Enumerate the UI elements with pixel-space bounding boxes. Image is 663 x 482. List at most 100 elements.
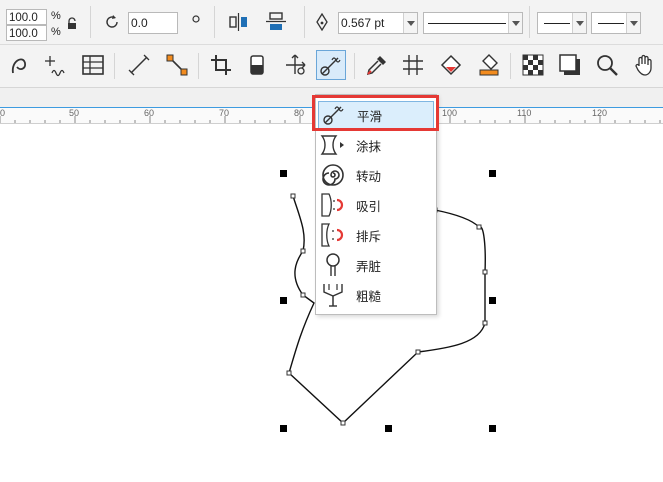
menu-item-label: 排斥 (356, 229, 382, 244)
parallel-dimension-icon (128, 54, 150, 76)
menu-item-smear[interactable]: 涂抹 (318, 131, 434, 159)
highlight-annotation (312, 95, 439, 131)
connector-tool-button[interactable] (162, 50, 192, 80)
menu-item-label: 转动 (356, 169, 382, 184)
ruler-label: 60 (144, 108, 155, 118)
smooth-tool-button[interactable] (316, 50, 346, 80)
selection-handle[interactable] (489, 170, 496, 177)
smooth-brush-icon (320, 57, 341, 76)
menu-item-label: 粗糙 (356, 289, 382, 304)
menu-item-smudge[interactable]: 弄脏 (318, 251, 434, 279)
hand-icon (635, 54, 652, 76)
scale-y-unit: % (51, 26, 61, 38)
bezier-tool-button[interactable] (5, 50, 35, 80)
scale-x-unit: % (51, 10, 61, 22)
bezier-icon (11, 58, 26, 74)
chevron-down-icon[interactable] (572, 13, 586, 33)
mirror-vertical-icon[interactable] (265, 12, 287, 35)
eraser-icon (250, 55, 264, 75)
ruler-label: 100 (442, 108, 458, 118)
chevron-down-icon[interactable] (403, 13, 417, 33)
separator (510, 53, 511, 79)
pen-nib-icon (315, 12, 329, 34)
rotation-input[interactable]: 0.0 (128, 12, 178, 34)
menu-item-repel[interactable]: 排斥 (318, 221, 434, 249)
separator (354, 53, 355, 79)
menu-item-label: 涂抹 (356, 139, 382, 154)
start-arrow-select[interactable] (537, 12, 587, 34)
repel-tool-icon (318, 221, 348, 249)
zoom-icon (597, 55, 618, 76)
fill-swatch-icon (479, 54, 499, 76)
ruler-label: 80 (294, 108, 305, 118)
mirror-horizontal-icon[interactable] (228, 12, 250, 35)
drop-shadow-tool-button[interactable] (555, 50, 585, 80)
twirl-tool-icon (318, 161, 348, 189)
menu-item-attract[interactable]: 吸引 (318, 191, 434, 219)
attract-tool-icon (318, 191, 348, 219)
eraser-tool-button[interactable] (242, 50, 272, 80)
transparency-tool-button[interactable] (518, 50, 548, 80)
ruler-label: 70 (219, 108, 230, 118)
selection-handle[interactable] (489, 297, 496, 304)
end-arrow-preview (598, 22, 624, 24)
ruler-label: 50 (69, 108, 80, 118)
pointer-curve-tool-button[interactable] (40, 50, 70, 80)
menu-item-label: 弄脏 (356, 259, 382, 274)
ruler-label: 110 (517, 108, 532, 118)
selection-handle[interactable] (280, 170, 287, 177)
table-tool-button[interactable] (78, 50, 108, 80)
selection-handle[interactable] (280, 425, 287, 432)
outline-width-select[interactable]: 0.567 pt (338, 12, 418, 34)
connector-icon (166, 54, 188, 76)
separator (114, 53, 115, 79)
menu-item-twirl[interactable]: 转动 (318, 161, 434, 189)
separator (198, 53, 199, 79)
menu-item-label: 吸引 (356, 199, 382, 214)
dimension-tool-button[interactable] (124, 50, 154, 80)
scale-x-input[interactable]: 100.0 (6, 9, 47, 25)
separator (304, 6, 305, 38)
drop-shadow-icon (559, 54, 580, 75)
ruler-label: 120 (592, 108, 608, 118)
ruler-label: 0 (0, 108, 6, 118)
interactive-fill-tool-button[interactable] (398, 50, 428, 80)
smudge-tool-icon (318, 251, 348, 279)
degree-icon (192, 14, 200, 26)
paint-bucket-icon (440, 54, 462, 76)
scale-y-input[interactable]: 100.0 (6, 25, 47, 41)
outline-width-value: 0.567 pt (341, 16, 385, 30)
roughen-tool-icon (318, 281, 348, 309)
checkerboard-icon (522, 54, 544, 76)
lock-ratio-icon[interactable] (66, 17, 78, 34)
crosshair-wave-icon (45, 56, 65, 77)
crop-tool-button[interactable] (206, 50, 236, 80)
property-bar: 100.0 100.0 % % 0.0 0.567 pt (0, 0, 663, 45)
smart-fill-tool-button[interactable] (436, 50, 466, 80)
grid-fill-icon (403, 55, 423, 75)
separator (529, 6, 530, 38)
start-arrow-preview (544, 22, 570, 24)
rotate-icon (104, 14, 120, 33)
separator (214, 6, 215, 38)
transform-tool-button[interactable] (280, 50, 310, 80)
selection-handle[interactable] (489, 425, 496, 432)
pan-tool-button[interactable] (630, 50, 660, 80)
eyedropper-icon (366, 56, 386, 76)
chevron-down-icon[interactable] (508, 13, 522, 33)
end-arrow-select[interactable] (591, 12, 641, 34)
table-icon (82, 55, 104, 75)
separator (90, 6, 91, 38)
toolbox (0, 45, 663, 88)
selection-handle[interactable] (385, 425, 392, 432)
smear-tool-icon (318, 131, 348, 159)
chevron-down-icon[interactable] (626, 13, 640, 33)
zoom-tool-button[interactable] (592, 50, 622, 80)
move-arrows-icon (286, 54, 306, 75)
selection-handle[interactable] (280, 297, 287, 304)
crop-icon (211, 55, 231, 75)
mesh-fill-tool-button[interactable] (474, 50, 504, 80)
line-style-select[interactable] (423, 12, 523, 34)
eyedropper-tool-button[interactable] (362, 50, 392, 80)
menu-item-roughen[interactable]: 粗糙 (318, 281, 434, 309)
